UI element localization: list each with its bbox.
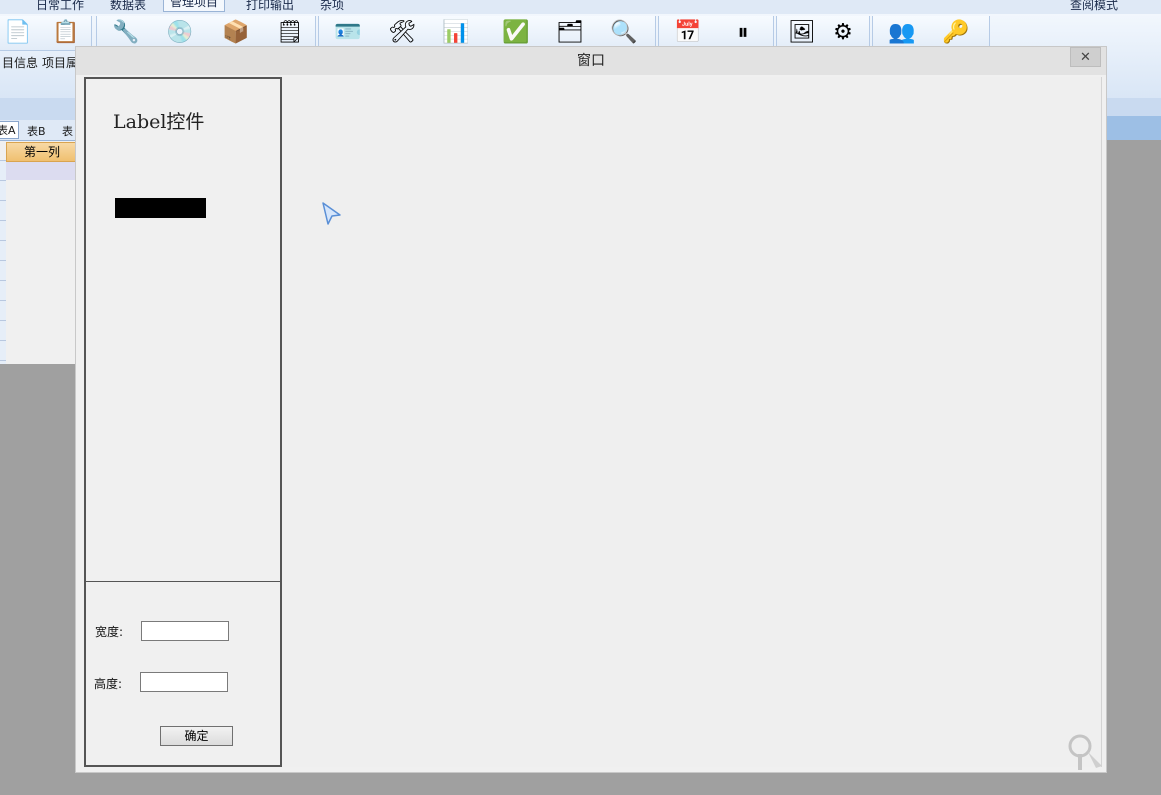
height-label: 高度: xyxy=(94,677,123,691)
preview-box[interactable] xyxy=(115,198,206,218)
window-dialog: 窗口 ✕ Label控件 宽度: 高度: 确定 xyxy=(75,46,1107,773)
gear-icon[interactable]: ⚙ xyxy=(830,20,856,46)
sheet-area: 表A 表B 表 第一列 xyxy=(0,120,78,364)
confirm-button[interactable]: 确定 xyxy=(160,726,233,746)
table-icon[interactable]: 📊 xyxy=(442,20,469,46)
pause-icon[interactable]: ⏸ xyxy=(730,20,756,46)
database-icon[interactable]: 💿 xyxy=(166,20,193,46)
users-icon[interactable]: 👥 xyxy=(888,20,915,46)
project-info-icon[interactable]: 📄 xyxy=(4,20,31,46)
background-strip xyxy=(1105,116,1161,140)
id-card-icon[interactable]: 🪪 xyxy=(334,20,361,46)
column-header[interactable]: 第一列 xyxy=(6,142,78,162)
stack-icon[interactable]: 📦 xyxy=(222,20,249,46)
menu-daily-work[interactable]: 日常工作 xyxy=(36,0,84,13)
menu-manage-project[interactable]: 管理项目 xyxy=(163,0,226,12)
design-canvas[interactable] xyxy=(282,77,1102,767)
menu-print-output[interactable]: 打印输出 xyxy=(246,0,294,13)
tools-icon[interactable]: 🛠 xyxy=(388,20,416,46)
width-input[interactable] xyxy=(141,621,229,641)
preview-label-control[interactable]: Label控件 xyxy=(113,107,204,134)
menu-data-table[interactable]: 数据表 xyxy=(110,0,146,13)
sheet-tab-a[interactable]: 表A xyxy=(0,121,19,139)
ribbon-label-project-info[interactable]: 目信息 xyxy=(2,54,38,71)
menu-misc[interactable]: 杂项 xyxy=(320,0,344,13)
mouse-cursor-icon xyxy=(322,202,341,225)
height-input[interactable] xyxy=(140,672,228,692)
grid-icon[interactable]: 🗂 xyxy=(556,20,584,46)
close-icon: ✕ xyxy=(1080,50,1091,65)
width-label: 宽度: xyxy=(95,625,124,639)
view-mode-label[interactable]: 查阅模式 xyxy=(1070,0,1118,13)
close-button[interactable]: ✕ xyxy=(1070,47,1101,67)
resize-grip-icon[interactable] xyxy=(1068,732,1108,772)
new-document-icon[interactable]: 🗒 xyxy=(276,20,304,46)
wizard-icon[interactable]: 🔧 xyxy=(112,20,139,46)
selected-row[interactable] xyxy=(6,162,76,180)
row-headers xyxy=(0,160,6,364)
checklist-icon[interactable]: ✅ xyxy=(502,20,529,46)
dialog-titlebar[interactable]: 窗口 ✕ xyxy=(76,47,1106,75)
calendar-icon[interactable]: 📅 xyxy=(674,20,701,46)
ribbon-label-project-properties[interactable]: 项目属 xyxy=(42,54,78,71)
binoculars-icon[interactable]: 🔍 xyxy=(610,20,637,46)
user-keys-icon[interactable]: 🔑 xyxy=(942,20,969,46)
report-icon[interactable]: 🖼 xyxy=(788,20,816,46)
dialog-title: 窗口 xyxy=(577,53,605,69)
project-properties-icon[interactable]: 📋 xyxy=(52,20,79,46)
menu-bar: 日常工作 数据表 管理项目 打印输出 杂项 查阅模式 xyxy=(0,0,1161,14)
sheet-tab-b[interactable]: 表B xyxy=(27,123,46,139)
properties-panel: Label控件 宽度: 高度: 确定 xyxy=(84,77,282,767)
panel-divider xyxy=(86,581,280,582)
sheet-tabs: 表A 表B 表 xyxy=(0,120,76,141)
sheet-tab-c[interactable]: 表 xyxy=(62,123,73,139)
